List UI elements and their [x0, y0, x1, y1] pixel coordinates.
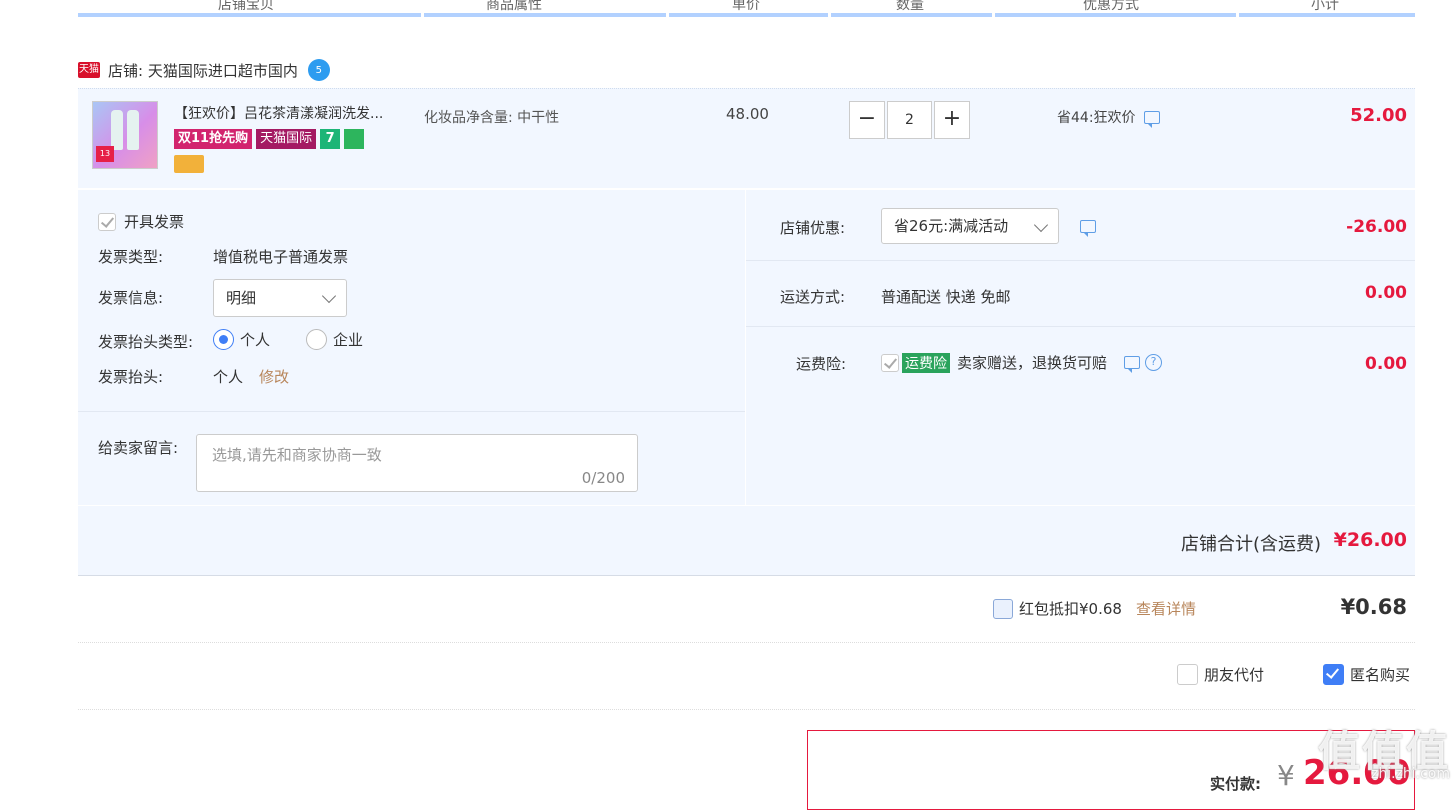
chevron-down-icon [321, 288, 337, 304]
header-underline [1239, 13, 1415, 17]
radio-personal-label: 个人 [240, 331, 271, 349]
invoice-modify-link[interactable]: 修改 [259, 366, 289, 387]
invoice-checkbox[interactable] [98, 212, 116, 231]
anonymous-label: 匿名购买 [1350, 666, 1411, 684]
invoice-title-label: 发票抬头: [98, 368, 164, 386]
red-packet-checkbox[interactable] [993, 598, 1013, 619]
invoice-panel: 开具发票 发票类型: 增值税电子普通发票 发票信息: 明细 发票抬头类型: 个人… [78, 190, 745, 505]
divider [746, 326, 1415, 327]
payment-currency: ¥ [1277, 759, 1295, 792]
product-badges: 双11抢先购 天猫国际 7 [174, 129, 365, 149]
invoice-title-type-label: 发票抬头类型: [98, 333, 194, 351]
shop-discount-amount: -26.00 [1346, 217, 1407, 237]
decrease-quantity-button[interactable]: − [849, 101, 885, 139]
product-title-link[interactable]: 【狂欢价】吕花茶清漾凝润洗发... [174, 103, 383, 123]
col-shop-item: 店铺宝贝 [218, 0, 274, 13]
friend-pay-checkbox[interactable] [1177, 664, 1198, 685]
invoice-type-label: 发票类型: [98, 248, 164, 266]
payment-options-row: 朋友代付 匿名购买 [78, 644, 1415, 710]
item-subtotal: 52.00 [1350, 105, 1407, 126]
order-summary-panel: 店铺优惠: 省26元:满减活动 -26.00 运送方式: 普通配送 快递 免邮 … [746, 190, 1415, 505]
product-attribute: 化妆品净含量: 中干性 [424, 110, 560, 126]
col-quantity: 数量 [896, 0, 924, 13]
bottle-image [127, 110, 139, 150]
chat-bubble-icon[interactable] [1124, 356, 1141, 373]
card-pay-icon [174, 155, 204, 173]
payment-label: 实付款: [1210, 775, 1261, 793]
order-item-row: 13 【狂欢价】吕花茶清漾凝润洗发... 双11抢先购 天猫国际 7 化妆品净含… [78, 88, 1415, 188]
shop-total-label: 店铺合计(含运费) [1180, 534, 1321, 555]
shop-discount-label: 店铺优惠: [780, 219, 846, 237]
invoice-info-value: 明细 [226, 289, 257, 307]
shipping-value: 普通配送 快递 免邮 [881, 288, 1011, 306]
double11-badge: 双11抢先购 [174, 129, 253, 149]
insurance-amount: 0.00 [1365, 354, 1407, 374]
header-underline [78, 13, 421, 17]
radio-company-label: 企业 [333, 331, 364, 349]
wangwang-chat-icon[interactable]: 5 [307, 59, 330, 81]
insurance-text: 卖家赠送，退换货可赔 [957, 354, 1108, 372]
shop-discount-select[interactable]: 省26元:满减活动 [881, 208, 1059, 244]
quantity-input[interactable]: 2 [887, 101, 932, 139]
radio-company[interactable] [306, 329, 328, 350]
red-packet-label: 红包抵扣¥0.68 [1019, 600, 1122, 618]
watermark-url: zhi.zhi.com [1370, 766, 1450, 782]
col-discount: 优惠方式 [1083, 0, 1139, 13]
anonymous-checkbox[interactable] [1323, 664, 1344, 685]
shop-discount-value: 省26元:满减活动 [894, 217, 1009, 235]
red-packet-amount: ¥0.68 [1340, 595, 1407, 619]
shop-name-link[interactable]: 天猫国际进口超市国内 [148, 60, 298, 81]
tmall-icon: 天猫 [78, 62, 100, 78]
help-icon[interactable]: ? [1145, 354, 1163, 371]
red-packet-row: 红包抵扣¥0.68 查看详情 ¥0.68 [78, 577, 1415, 643]
seller-message-input[interactable]: 选填,请先和商家协商一致 0/200 [196, 434, 638, 492]
invoice-type-value: 增值税电子普通发票 [213, 248, 349, 266]
friend-pay-label: 朋友代付 [1204, 666, 1265, 684]
col-unit-price: 单价 [732, 0, 760, 13]
message-label: 给卖家留言: [98, 439, 179, 457]
header-underline [831, 13, 992, 17]
tmall-global-badge: 天猫国际 [256, 129, 317, 149]
insurance-tag: 运费险 [902, 352, 950, 373]
shop-total-value: ¥26.00 [1333, 529, 1407, 551]
chat-bubble-icon[interactable] [1080, 220, 1096, 237]
shop-row: 天猫 店铺: 天猫国际进口超市国内 5 [78, 56, 330, 84]
message-placeholder: 选填,请先和商家协商一致 [212, 446, 382, 464]
seven-day-return-badge: 7 [320, 129, 341, 149]
thumb-date-tag: 13 [96, 146, 114, 162]
chat-bubble-icon[interactable] [1143, 110, 1160, 128]
bottle-image [111, 110, 123, 150]
invoice-title-value: 个人 [213, 368, 244, 386]
divider [78, 411, 745, 412]
product-thumbnail[interactable]: 13 [92, 101, 158, 169]
discount-text: 省44:狂欢价 [1057, 110, 1136, 126]
header-underline [424, 13, 666, 17]
divider [746, 260, 1415, 261]
radio-personal[interactable] [213, 329, 234, 350]
item-discount: 省44:狂欢价 [1057, 107, 1160, 128]
insurance-checkbox[interactable] [881, 353, 899, 372]
header-underline [995, 13, 1236, 17]
shop-total-row: 店铺合计(含运费) ¥26.00 [78, 506, 1415, 576]
shop-label: 店铺: [108, 61, 148, 80]
chevron-down-icon [1033, 217, 1049, 233]
unit-price: 48.00 [726, 105, 769, 123]
shipping-label: 运送方式: [780, 288, 846, 306]
guarantee-icon [344, 129, 365, 149]
insurance-label: 运费险: [796, 355, 847, 373]
increase-quantity-button[interactable]: + [934, 101, 970, 139]
col-attribute: 商品属性 [486, 0, 542, 13]
shipping-amount: 0.00 [1365, 283, 1407, 303]
message-counter: 0/200 [581, 469, 625, 487]
header-underline [669, 13, 828, 17]
invoice-info-select[interactable]: 明细 [213, 279, 347, 317]
invoice-info-label: 发票信息: [98, 289, 164, 307]
quantity-stepper: − 2 + [849, 101, 970, 139]
red-packet-details-link[interactable]: 查看详情 [1136, 598, 1196, 619]
invoice-open-label: 开具发票 [124, 213, 185, 231]
col-subtotal: 小计 [1311, 0, 1339, 13]
